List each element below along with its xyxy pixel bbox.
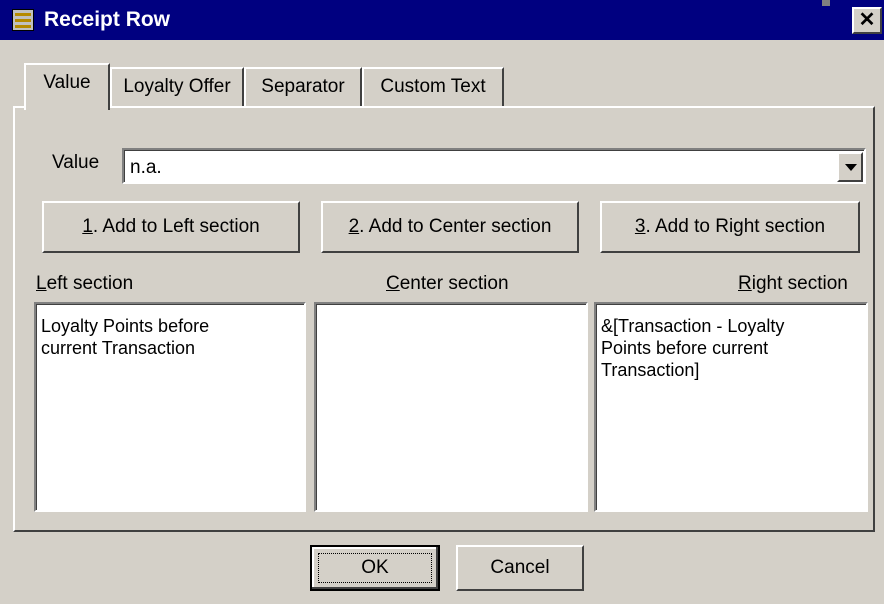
value-combobox[interactable]: n.a. [122,148,866,184]
label-text: enter section [399,273,509,294]
chevron-down-icon[interactable] [837,152,863,182]
close-icon: ✕ [858,9,876,31]
focus-rect [318,553,432,583]
tab-value[interactable]: Value [24,63,110,110]
button-label: . Add to Center section [359,216,552,237]
mnemonic: R [738,273,752,294]
add-to-left-button[interactable]: 1. Add to Left section [42,201,300,253]
add-to-right-button[interactable]: 3. Add to Right section [600,201,860,253]
tab-label: Value [43,72,91,93]
right-section-label: Right section [738,272,848,296]
value-label: Value [52,152,100,173]
mnemonic: L [36,273,47,294]
left-section-label: Left section [36,272,133,296]
cancel-label: Cancel [490,557,550,578]
center-section-label: Center section [386,272,509,296]
mnemonic: 2 [348,216,360,237]
tab-label: Separator [261,76,345,97]
tab-loyalty-offer[interactable]: Loyalty Offer [110,67,244,106]
close-button[interactable]: ✕ [852,7,882,34]
label-text: ight section [751,273,848,294]
tab-label: Loyalty Offer [123,76,231,97]
button-label: . Add to Right section [645,216,826,237]
left-section-textarea[interactable]: Loyalty Points before current Transactio… [34,302,306,512]
label-text: eft section [46,273,134,294]
ok-button[interactable]: OK [310,545,440,591]
center-section-textarea[interactable] [314,302,588,512]
mnemonic: C [386,273,400,294]
value-combobox-text: n.a. [130,157,162,178]
tab-separator[interactable]: Separator [244,67,362,106]
mnemonic: 3 [634,216,646,237]
tab-custom-text[interactable]: Custom Text [362,67,504,106]
center-section-text [316,304,586,510]
cancel-button[interactable]: Cancel [456,545,584,591]
mnemonic: 1 [82,216,93,237]
button-label: . Add to Left section [92,216,260,237]
tab-label: Custom Text [380,76,486,97]
right-section-text: &[Transaction - Loyalty Points before cu… [596,304,866,510]
receipt-icon [12,9,34,31]
add-to-center-button[interactable]: 2. Add to Center section [321,201,579,253]
background-window-edge [822,0,830,6]
right-section-textarea[interactable]: &[Transaction - Loyalty Points before cu… [594,302,868,512]
window-title: Receipt Row [44,8,171,31]
left-section-text: Loyalty Points before current Transactio… [36,304,304,510]
